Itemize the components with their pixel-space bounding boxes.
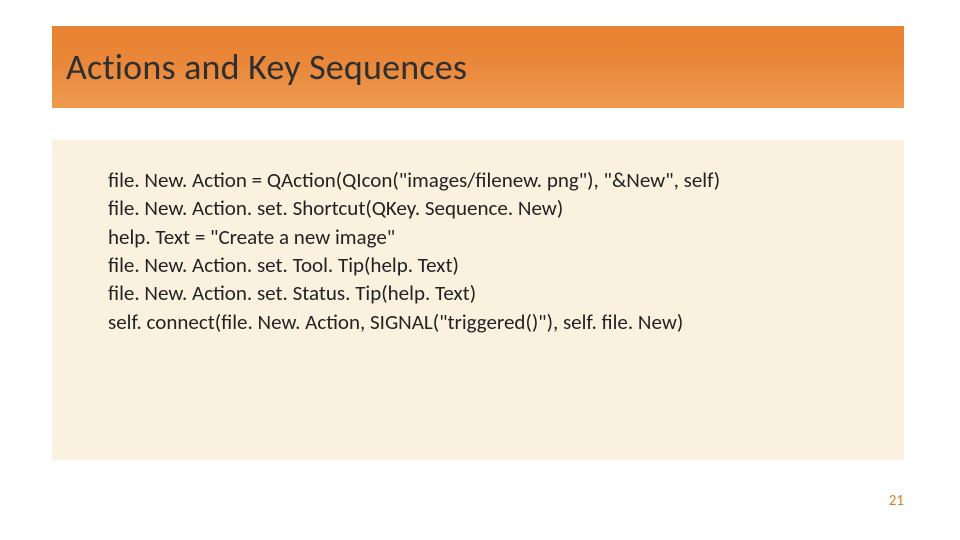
code-line: self. connect(file. New. Action, SIGNAL(… [108, 308, 886, 336]
slide-title: Actions and Key Sequences [66, 45, 467, 89]
code-line: file. New. Action = QAction(QIcon("image… [108, 166, 886, 194]
page-number: 21 [889, 492, 904, 510]
code-line: help. Text = "Create a new image" [108, 223, 886, 251]
title-bar: Actions and Key Sequences [52, 26, 904, 108]
code-line: file. New. Action. set. Status. Tip(help… [108, 279, 886, 307]
code-line: file. New. Action. set. Tool. Tip(help. … [108, 251, 886, 279]
code-panel: file. New. Action = QAction(QIcon("image… [52, 140, 904, 460]
code-line: file. New. Action. set. Shortcut(QKey. S… [108, 194, 886, 222]
